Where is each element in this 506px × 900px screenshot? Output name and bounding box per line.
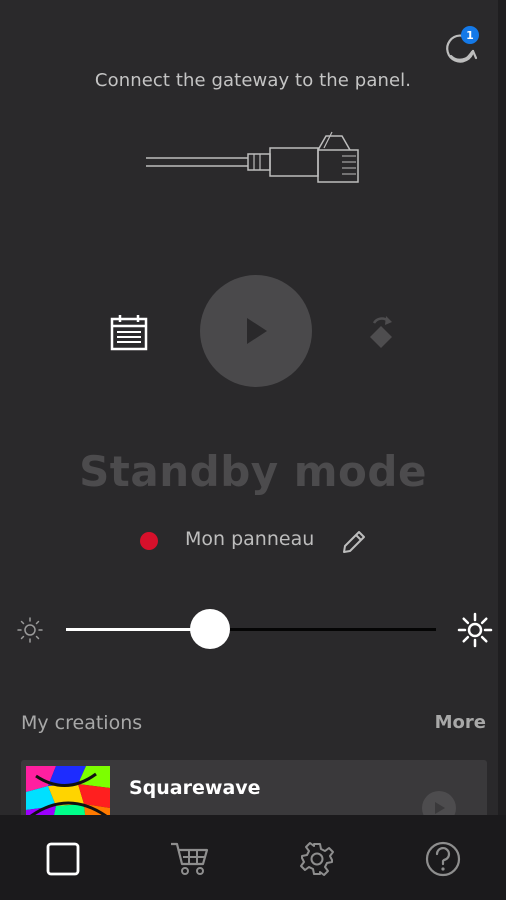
scrollbar[interactable]	[498, 0, 506, 815]
ethernet-cable-illustration	[146, 126, 366, 192]
creation-name: Squarewave	[129, 777, 261, 799]
app-screen: 1 Connect the gateway to the panel. Stan…	[0, 0, 506, 900]
more-creations-link[interactable]: More	[435, 712, 486, 733]
play-button[interactable]	[200, 275, 312, 387]
shuffle-icon	[370, 316, 392, 348]
calendar-icon	[110, 315, 148, 351]
connect-instruction: Connect the gateway to the panel.	[94, 70, 412, 91]
play-icon	[247, 318, 267, 344]
panel-name: Mon panneau	[185, 528, 315, 550]
notification-badge: 1	[461, 26, 479, 44]
slider-thumb[interactable]	[190, 609, 231, 649]
brightness-high-icon	[457, 612, 493, 648]
mode-title: Standby mode	[79, 447, 427, 496]
slider-fill	[66, 628, 211, 631]
brightness-slider[interactable]	[66, 609, 436, 649]
random-button[interactable]	[364, 311, 398, 351]
bottom-navigation	[0, 815, 506, 900]
connection-status-dot	[140, 532, 158, 550]
help-icon	[425, 841, 461, 877]
nav-shop[interactable]	[168, 837, 212, 881]
creations-header: My creations More	[0, 710, 506, 740]
creations-title: My creations	[21, 712, 143, 734]
nav-settings[interactable]	[295, 837, 339, 881]
panel-icon	[46, 842, 80, 876]
pencil-icon	[343, 531, 365, 553]
schedule-button[interactable]	[108, 313, 150, 353]
nav-help[interactable]	[421, 837, 465, 881]
cart-icon	[171, 842, 209, 875]
edit-panel-name-button[interactable]	[340, 528, 368, 556]
brightness-low-icon	[17, 617, 43, 643]
play-icon	[435, 802, 445, 814]
brightness-control	[0, 608, 506, 652]
ethernet-cable-icon	[146, 131, 359, 183]
sync-button[interactable]: 1	[440, 26, 482, 66]
nav-panel[interactable]	[41, 837, 85, 881]
playback-controls	[0, 275, 506, 387]
gear-icon	[300, 842, 334, 876]
panel-row: Mon panneau	[0, 524, 506, 558]
